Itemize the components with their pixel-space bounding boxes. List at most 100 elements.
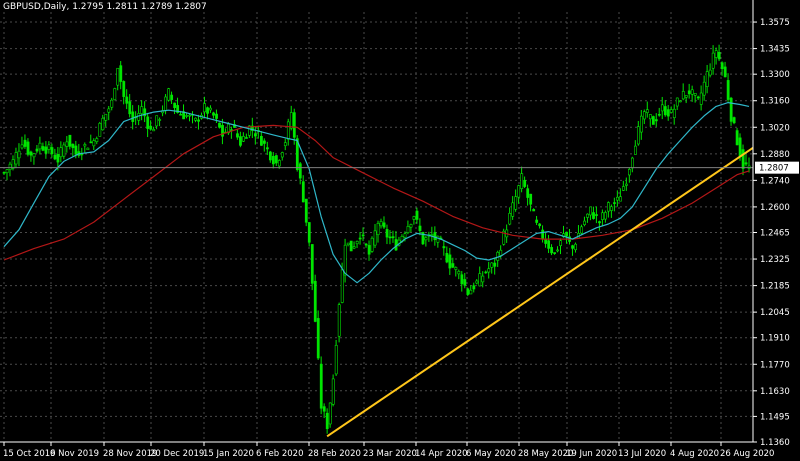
- candle-body: [418, 225, 422, 231]
- candle-body: [702, 81, 706, 96]
- candle-body: [445, 253, 449, 263]
- candle-body: [556, 249, 560, 252]
- candle-body: [595, 214, 598, 216]
- candle-body: [5, 169, 9, 174]
- candle-body: [35, 148, 39, 152]
- candle-body: [301, 181, 305, 203]
- candle-body: [11, 159, 15, 169]
- candle-body: [23, 139, 27, 147]
- candle-body: [535, 219, 539, 223]
- price-tick-label: 1.1770: [760, 360, 790, 370]
- candle-body: [391, 236, 395, 239]
- candle-body: [711, 52, 715, 69]
- candle-body: [619, 196, 622, 202]
- candle-body: [610, 206, 613, 211]
- price-chart[interactable]: 1.3575 1.3435 1.3300 1.3160 1.3020 1.2880 1.27…: [0, 0, 800, 461]
- candle-body: [280, 152, 284, 158]
- candle-body: [675, 97, 679, 107]
- candle-body: [484, 271, 488, 274]
- candle-body: [430, 234, 434, 236]
- candle-body: [616, 196, 619, 201]
- candle-body: [604, 212, 607, 220]
- candle-body: [71, 143, 75, 149]
- header-ohlc: 1.2795 1.2811 1.2789 1.2807: [72, 2, 207, 12]
- candle-body: [179, 113, 183, 116]
- candle-body: [125, 96, 129, 104]
- candle-body: [499, 249, 503, 256]
- candle-body: [271, 155, 275, 165]
- candle-body: [613, 202, 616, 204]
- candle-body: [729, 97, 733, 122]
- candle-body: [385, 229, 389, 238]
- candle-body: [140, 106, 144, 114]
- candle-body: [152, 129, 156, 132]
- candle-body: [406, 226, 410, 233]
- candle-body: [194, 117, 197, 121]
- candle-body: [598, 221, 601, 224]
- candle-body: [260, 135, 263, 146]
- candle-body: [173, 102, 177, 109]
- price-tick-label: 1.2465: [760, 228, 790, 238]
- candle-body: [669, 109, 673, 113]
- header-symbol: GBPUSD: [3, 2, 41, 12]
- candle-body: [242, 136, 245, 142]
- candle-body: [286, 121, 290, 140]
- candle-body: [307, 222, 311, 243]
- candle-body: [47, 144, 51, 150]
- candle-body: [654, 119, 658, 122]
- candle-body: [487, 268, 491, 273]
- candle-body: [92, 140, 96, 147]
- candle-body: [508, 212, 512, 225]
- candle-body: [188, 114, 192, 117]
- candle-body: [666, 109, 670, 117]
- candle-body: [382, 222, 386, 228]
- candle-body: [463, 279, 467, 286]
- candle-body: [717, 52, 721, 60]
- candle-body: [469, 289, 473, 295]
- candle-body: [310, 244, 314, 284]
- candle-body: [436, 235, 440, 243]
- price-tick-label: 1.2045: [760, 308, 790, 318]
- candle-body: [541, 229, 545, 239]
- candle-body: [735, 130, 739, 146]
- candle-body: [158, 119, 162, 121]
- candle-body: [394, 239, 398, 251]
- candle-body: [361, 234, 365, 237]
- candle-body: [403, 233, 407, 238]
- candle-body: [634, 145, 637, 155]
- candle-body: [586, 213, 589, 218]
- candle-body: [708, 69, 712, 76]
- time-tick-label: 13 Jul 2020: [618, 449, 666, 459]
- candle-body: [379, 221, 383, 227]
- candle-body: [628, 169, 631, 176]
- candle-body: [274, 155, 278, 164]
- candle-body: [116, 67, 120, 86]
- time-tick-label: 26 Aug 2020: [720, 449, 774, 459]
- candle-body: [514, 196, 518, 210]
- candle-body: [651, 116, 655, 125]
- candle-body: [442, 246, 446, 249]
- candle-body: [167, 88, 171, 101]
- candle-body: [316, 318, 320, 359]
- time-tick-label: 28 Feb 2020: [308, 449, 361, 459]
- candle-body: [209, 107, 212, 111]
- price-tick-label: 1.1495: [760, 412, 790, 422]
- candle-body: [544, 239, 548, 244]
- time-tick-label: 23 Mar 2020: [363, 449, 417, 459]
- candle-body: [98, 123, 102, 137]
- candle-body: [607, 202, 610, 212]
- candle-body: [520, 173, 524, 189]
- candle-body: [714, 50, 718, 58]
- candle-body: [457, 271, 461, 275]
- candle-body: [454, 267, 458, 270]
- candle-body: [631, 157, 634, 169]
- time-tick-label: 6 Nov 2019: [50, 449, 99, 459]
- candle-body: [529, 193, 533, 205]
- candle-body: [325, 412, 329, 429]
- candle-body: [146, 116, 150, 129]
- candle-body: [355, 241, 359, 245]
- candle-body: [53, 154, 57, 160]
- time-tick-label: 6 May 2020: [466, 449, 516, 459]
- candle-body: [122, 81, 126, 97]
- price-tick-label: 1.2185: [760, 282, 790, 292]
